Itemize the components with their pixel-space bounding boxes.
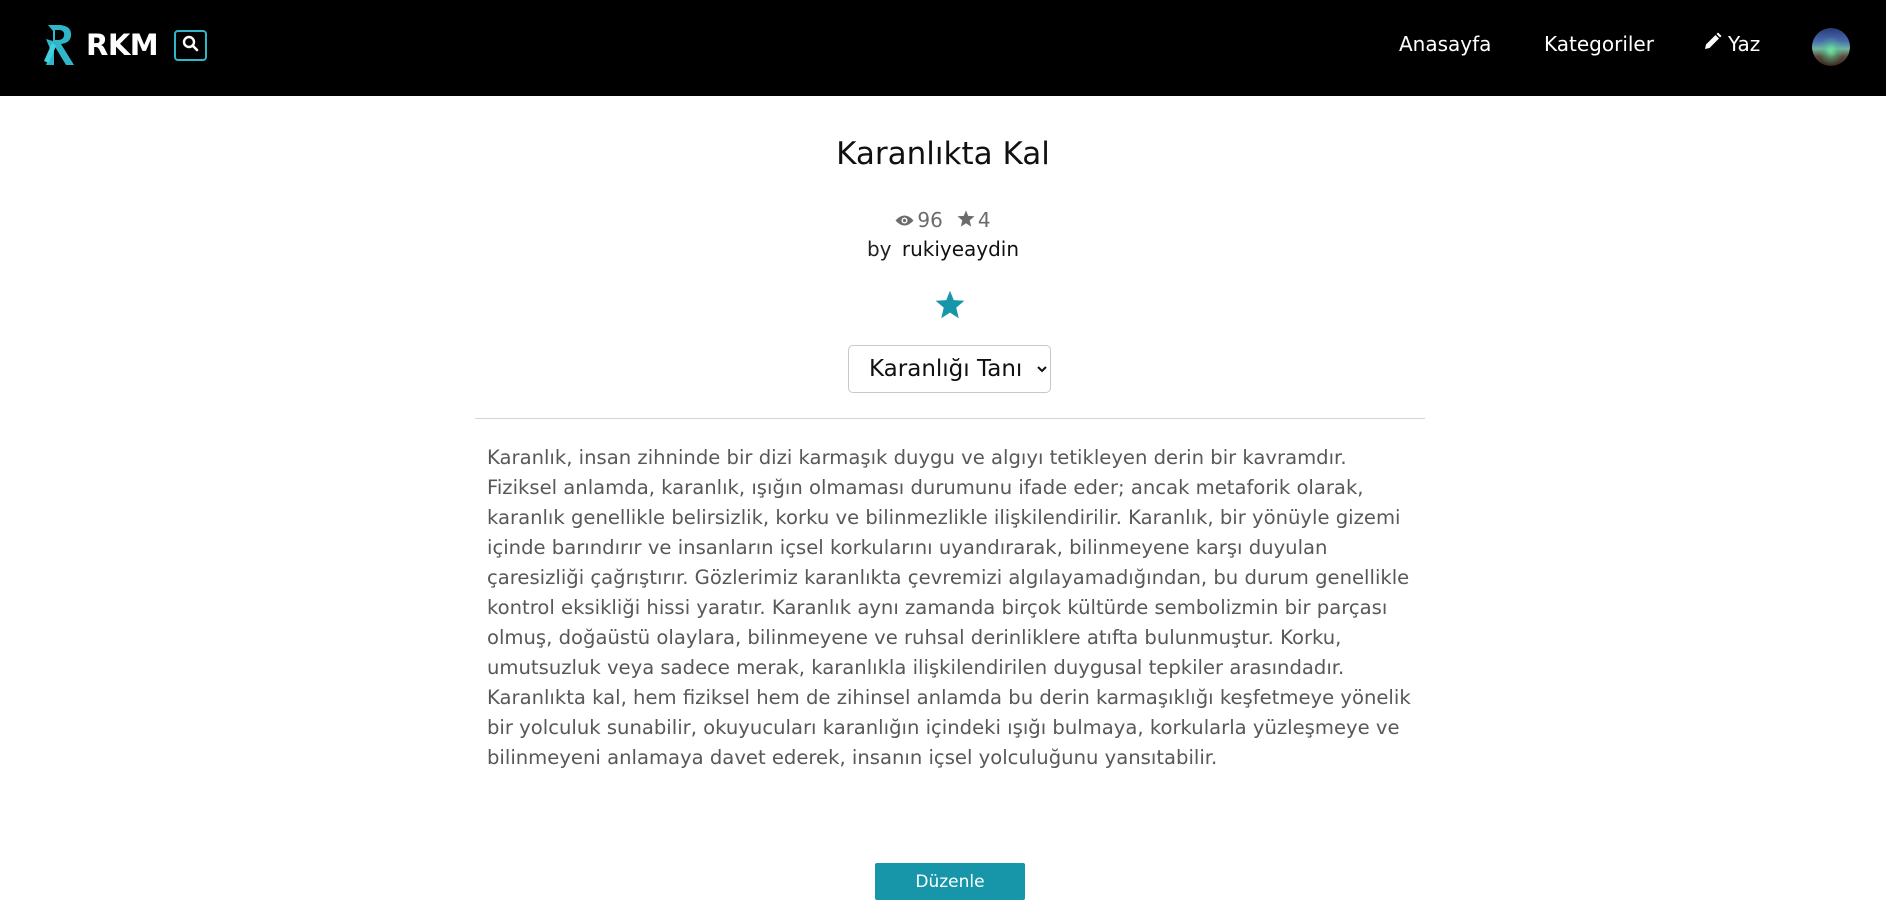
- search-button[interactable]: [174, 30, 207, 61]
- by-label: by: [866, 237, 892, 261]
- rating: 4: [957, 208, 991, 232]
- navbar: RKM Anasayfa Kategoriler Yaz: [0, 0, 1886, 96]
- nav-link-categories[interactable]: Kategoriler: [1544, 32, 1654, 56]
- story-body: Karanlık, insan zihninde bir dizi karmaş…: [487, 446, 1411, 769]
- story-title: Karanlıkta Kal: [836, 136, 1050, 172]
- search-icon: [182, 35, 199, 56]
- rating-value: 4: [977, 208, 991, 232]
- view-count-value: 96: [917, 208, 943, 232]
- pencil-icon: [1703, 32, 1728, 56]
- story-stats: 96 4: [0, 208, 1886, 232]
- brand-logo[interactable]: RKM: [42, 20, 159, 70]
- byline: by rukiyeaydin: [0, 237, 1886, 261]
- star-small-icon: [957, 208, 978, 232]
- author-link[interactable]: rukiyeaydin: [902, 237, 1019, 261]
- brand-name: RKM: [86, 28, 159, 62]
- chapter-select[interactable]: Karanlığı Tanı: [848, 345, 1051, 393]
- view-count: 96: [895, 208, 943, 232]
- user-avatar[interactable]: [1812, 28, 1850, 66]
- edit-button[interactable]: Düzenle: [875, 863, 1025, 900]
- nav-link-write[interactable]: Yaz: [1703, 32, 1760, 56]
- nav-link-home[interactable]: Anasayfa: [1399, 32, 1491, 56]
- eye-icon: [895, 208, 917, 232]
- star-icon: [935, 290, 965, 323]
- divider: [475, 418, 1425, 419]
- rkm-logo-icon: [42, 21, 84, 69]
- favorite-button[interactable]: [935, 290, 965, 320]
- nav-link-write-label: Yaz: [1728, 32, 1761, 56]
